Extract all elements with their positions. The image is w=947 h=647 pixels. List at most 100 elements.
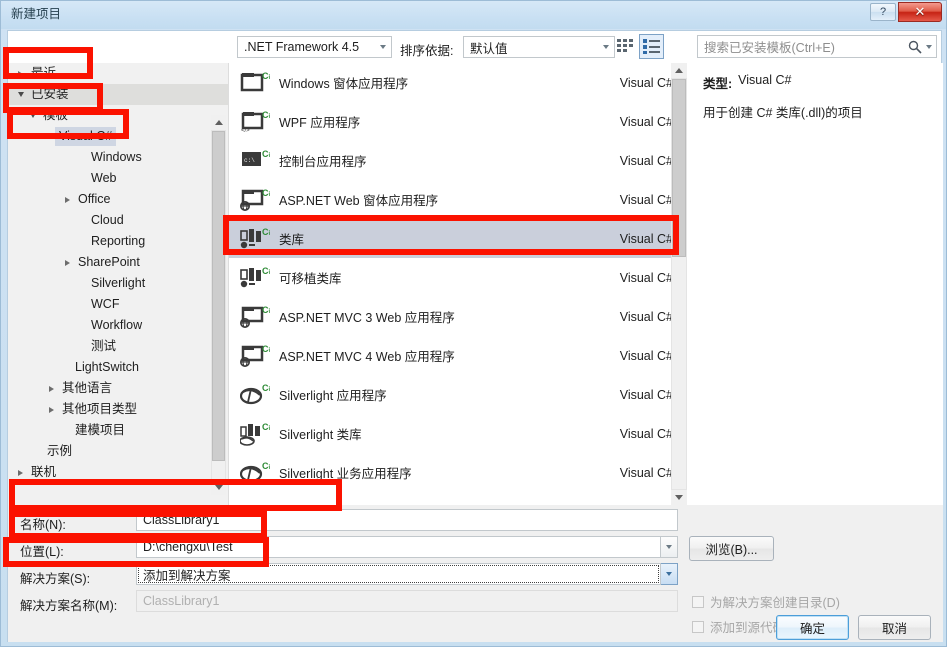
silverlight-icon: C# (237, 380, 273, 410)
tree-node-label: 测试 (91, 339, 117, 353)
tree-expander-icon[interactable] (14, 469, 27, 476)
svg-text:C#: C# (262, 305, 270, 315)
template-row[interactable]: c:\C#控制台应用程序Visual C# (229, 141, 687, 180)
tree-node-0[interactable]: 最近 (8, 63, 228, 84)
solution-select[interactable]: 添加到解决方案 (136, 563, 661, 585)
list-scroll-thumb[interactable] (672, 79, 686, 257)
search-icon[interactable] (908, 40, 936, 54)
tree-node-6[interactable]: Office (8, 189, 228, 210)
template-name: ASP.NET MVC 3 Web 应用程序 (279, 311, 455, 325)
location-input[interactable]: D:\chengxu\Test (136, 536, 661, 558)
template-row[interactable]: </>C#WPF 应用程序Visual C# (229, 102, 687, 141)
tree-node-13[interactable]: 测试 (8, 336, 228, 357)
template-row[interactable]: C#ASP.NET MVC 3 Web 应用程序Visual C# (229, 297, 687, 336)
template-type-value: Visual C# (738, 73, 792, 87)
tree-node-4[interactable]: Windows (8, 147, 228, 168)
tree-node-9[interactable]: SharePoint (8, 252, 228, 273)
checkbox-box[interactable] (692, 620, 704, 633)
template-type-row: 类型: Visual C# (703, 73, 931, 92)
tree-node-8[interactable]: Reporting (8, 231, 228, 252)
list-scrollbar[interactable] (671, 63, 687, 505)
sort-label: 排序依据: (400, 44, 454, 58)
tree-expander-icon[interactable] (45, 406, 58, 413)
tree-expander-icon[interactable] (14, 70, 27, 77)
template-name: WPF 应用程序 (279, 116, 361, 130)
tree-node-1[interactable]: 已安装 (8, 84, 228, 105)
location-value: D:\chengxu\Test (143, 540, 233, 554)
template-name: 控制台应用程序 (279, 155, 367, 169)
tree-expander-icon[interactable] (61, 259, 74, 266)
template-row[interactable]: C#ASP.NET Web 窗体应用程序Visual C# (229, 180, 687, 219)
tree-scroll-thumb[interactable] (212, 131, 225, 461)
tree-node-19[interactable]: 联机 (8, 462, 228, 483)
scroll-up-arrow[interactable] (671, 63, 687, 78)
template-row[interactable]: C#Windows 窗体应用程序Visual C# (229, 63, 687, 102)
svg-text:</>: </> (241, 128, 250, 134)
tree-expander-icon[interactable] (45, 385, 58, 392)
tree-node-7[interactable]: Cloud (8, 210, 228, 231)
tree-node-12[interactable]: Workflow (8, 315, 228, 336)
tree-expander-icon[interactable] (61, 196, 74, 203)
sort-select[interactable]: 默认值 (463, 36, 615, 58)
tree-node-15[interactable]: 其他语言 (8, 378, 228, 399)
category-tree[interactable]: 最近已安装 模板 Visual C# Windows Web Office Cloud Rep… (8, 63, 229, 505)
view-tiles-button[interactable] (613, 34, 638, 59)
help-button[interactable]: ? (870, 3, 896, 21)
tree-node-label: Reporting (91, 234, 146, 248)
tree-node-17[interactable]: 建模项目 (8, 420, 228, 441)
svg-text:c:\: c:\ (244, 157, 255, 164)
checkbox-box[interactable] (692, 595, 704, 608)
tree-node-3[interactable]: Visual C# (8, 126, 228, 147)
aspnet-icon: C# (237, 341, 273, 371)
template-row[interactable]: C#Silverlight 应用程序Visual C# (229, 375, 687, 414)
tree-expander-icon[interactable] (42, 134, 55, 139)
tree-node-label: 建模项目 (75, 423, 126, 437)
location-dropdown-button[interactable] (661, 536, 678, 558)
solution-dropdown-button[interactable] (661, 563, 678, 585)
svg-text:C#: C# (262, 227, 270, 237)
tree-node-10[interactable]: Silverlight (8, 273, 228, 294)
scroll-down-arrow[interactable] (671, 490, 687, 505)
tree-node-label: 最近 (31, 66, 57, 80)
tree-node-14[interactable]: LightSwitch (8, 357, 228, 378)
create-directory-checkbox[interactable]: 为解决方案创建目录(D) (692, 592, 840, 611)
template-row[interactable]: C#Silverlight 业务应用程序Visual C# (229, 453, 687, 492)
cancel-button[interactable]: 取消 (858, 615, 931, 640)
tree-node-18[interactable]: 示例 (8, 441, 228, 462)
solution-name-value: ClassLibrary1 (143, 594, 220, 608)
template-row[interactable]: C#Silverlight 类库Visual C# (229, 414, 687, 453)
template-row[interactable]: C#可移植类库Visual C# (229, 258, 687, 297)
tree-node-label: Workflow (91, 318, 143, 332)
framework-select[interactable]: .NET Framework 4.5 (237, 36, 392, 58)
view-list-button[interactable] (639, 34, 664, 59)
tree-expander-icon[interactable] (14, 92, 27, 97)
tree-node-label: 联机 (31, 465, 57, 479)
template-row[interactable]: C#类库Visual C# (229, 219, 687, 258)
scroll-down-arrow[interactable] (211, 480, 226, 495)
project-name-input[interactable]: ClassLibrary1 (136, 509, 678, 531)
tree-node-label: Web (91, 171, 117, 185)
template-name: 类库 (279, 233, 305, 247)
tree-node-label: Cloud (91, 213, 124, 227)
tree-expander-icon[interactable] (26, 113, 39, 118)
template-row[interactable]: C#ASP.NET MVC 4 Web 应用程序Visual C# (229, 336, 687, 375)
close-button[interactable]: ✕ (898, 2, 942, 22)
svg-text:C#: C# (262, 266, 270, 276)
tree-node-label: Visual C# (55, 127, 117, 146)
tree-node-2[interactable]: 模板 (8, 105, 228, 126)
browse-button[interactable]: 浏览(B)... (689, 536, 774, 561)
tree-node-11[interactable]: WCF (8, 294, 228, 315)
tree-node-5[interactable]: Web (8, 168, 228, 189)
scroll-up-arrow[interactable] (211, 115, 226, 130)
template-list[interactable]: C#Windows 窗体应用程序Visual C#</>C#WPF 应用程序Vi… (229, 63, 687, 505)
chevron-down-icon (597, 37, 614, 57)
tree-node-label: 其他项目类型 (62, 402, 138, 416)
new-project-dialog: 新建项目 ? ✕ .NET Framework 4.5 排序依据: 默认值 搜索… (0, 0, 947, 647)
ok-button[interactable]: 确定 (776, 615, 849, 640)
silverlight-icon: C# (237, 458, 273, 488)
tree-node-16[interactable]: 其他项目类型 (8, 399, 228, 420)
search-input[interactable]: 搜索已安装模板(Ctrl+E) (697, 35, 937, 58)
tree-scrollbar[interactable] (211, 115, 226, 495)
solution-label: 解决方案(S): (20, 572, 91, 586)
window-controls: ? ✕ (870, 2, 942, 22)
